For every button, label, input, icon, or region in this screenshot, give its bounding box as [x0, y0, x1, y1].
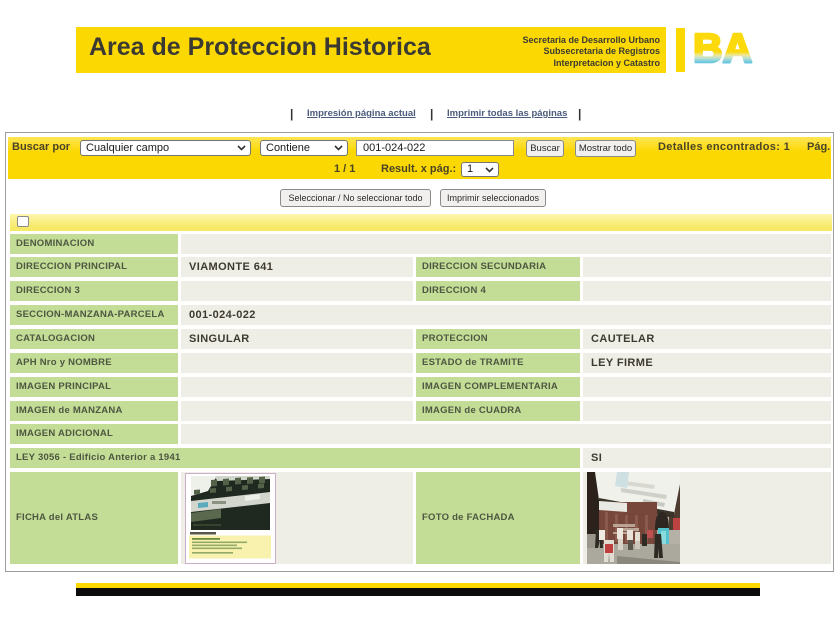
- svg-text:BA: BA: [693, 26, 752, 68]
